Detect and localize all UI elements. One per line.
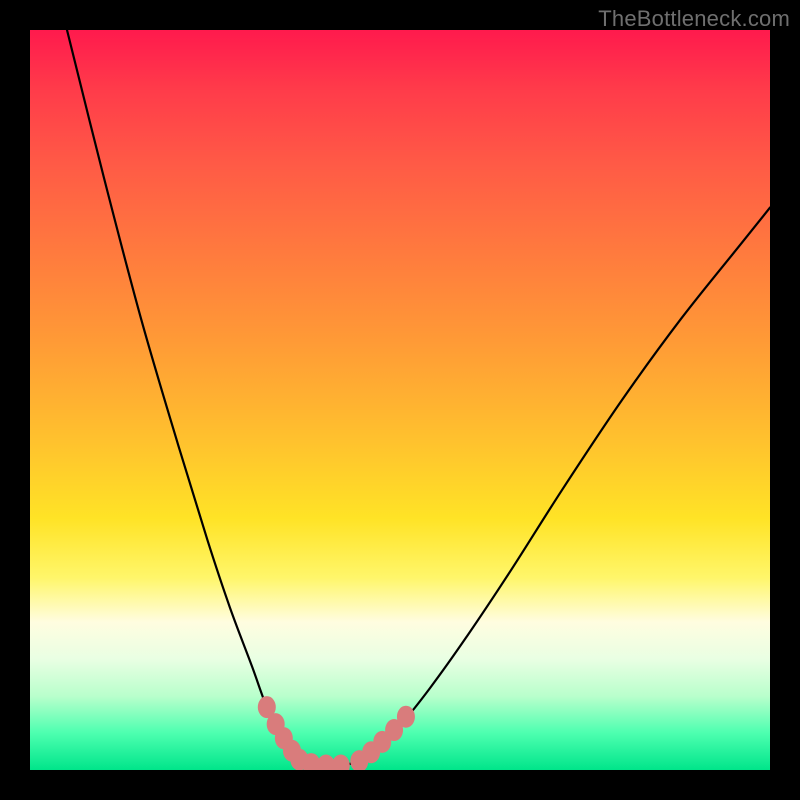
watermark-text: TheBottleneck.com: [598, 6, 790, 32]
chart-plot-area: [30, 30, 770, 770]
chart-frame: TheBottleneck.com: [0, 0, 800, 800]
